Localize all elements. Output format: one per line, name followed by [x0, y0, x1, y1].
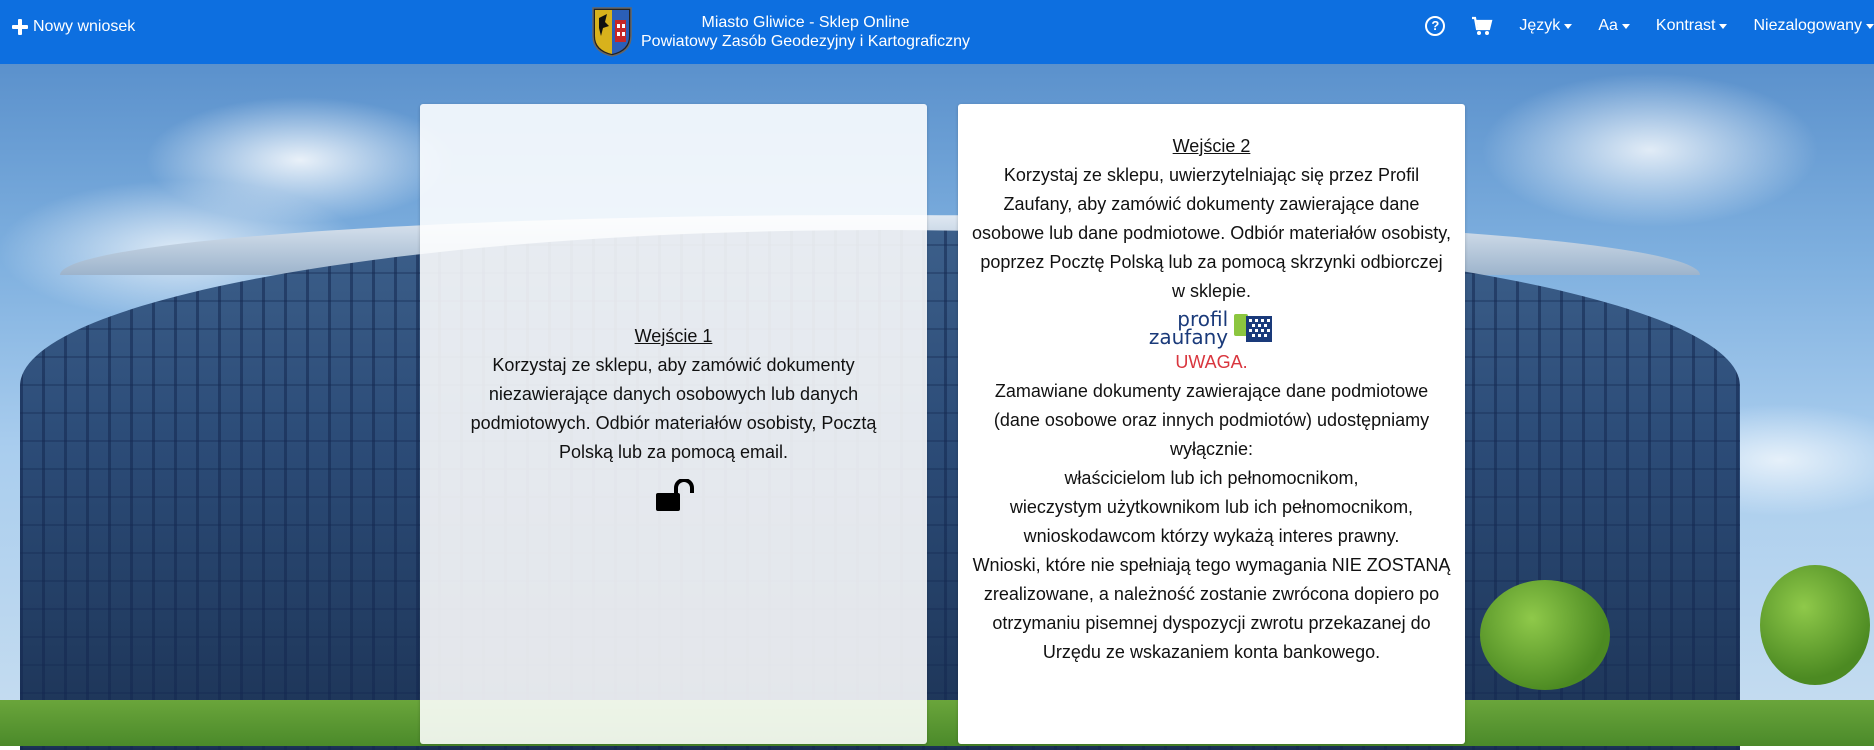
profil-zaufany-logo-line2: zaufany — [1148, 325, 1229, 349]
entry2-description: Korzystaj ze sklepu, uwierzytelniając si… — [972, 165, 1451, 301]
new-request-label: Nowy wniosek — [33, 18, 136, 35]
profil-zaufany-mark-icon — [1234, 314, 1273, 342]
brand-subtitle: Powiatowy Zasób Geodezyjny i Kartografic… — [641, 33, 971, 50]
chevron-down-icon — [1719, 23, 1728, 29]
grass — [0, 700, 1874, 746]
brand[interactable]: Miasto Gliwice - Sklep Online Powiatowy … — [591, 4, 970, 60]
recipient-item: wnioskodawcom którzy wykażą interes praw… — [1023, 526, 1400, 546]
entry2-title: Wejście 2 — [1172, 136, 1251, 156]
recipient-item: wieczystym użytkownikom lub ich pełnomoc… — [1009, 497, 1414, 517]
tree — [1480, 580, 1610, 690]
user-label: Niezalogowany — [1753, 17, 1862, 34]
profil-zaufany-logo: profil zaufany — [972, 308, 1451, 348]
brand-title: Miasto Gliwice - Sklep Online — [701, 14, 910, 31]
recipient-item: właścicielom lub ich pełnomocnikom, — [1064, 468, 1359, 488]
warning-outro: Wnioski, które nie spełniają tego wymaga… — [972, 555, 1451, 662]
help-button[interactable]: ? — [1425, 16, 1446, 36]
crest-logo — [592, 7, 632, 57]
tree — [1760, 565, 1870, 685]
new-request-button[interactable]: Nowy wniosek — [12, 18, 135, 36]
entry1-title: Wejście 1 — [634, 326, 713, 346]
font-size-dropdown[interactable]: Aa — [1598, 17, 1630, 35]
entry2-card[interactable]: Wejście 2 Korzystaj ze sklepu, uwierzyte… — [958, 104, 1465, 744]
contrast-dropdown[interactable]: Kontrast — [1656, 17, 1728, 35]
top-navbar: Nowy wniosek Miasto Gliwice - Sklep Onli… — [0, 0, 1874, 64]
language-label: Język — [1519, 17, 1561, 34]
plus-icon — [12, 19, 28, 35]
contrast-label: Kontrast — [1655, 17, 1716, 34]
cart-button[interactable] — [1471, 16, 1493, 36]
entry1-description: Korzystaj ze sklepu, aby zamówić dokumen… — [470, 355, 877, 462]
cart-icon — [1472, 16, 1493, 35]
chevron-down-icon — [1564, 23, 1573, 29]
user-dropdown[interactable]: Niezalogowany — [1753, 17, 1874, 35]
help-icon: ? — [1425, 16, 1446, 36]
warning-intro: Zamawiane dokumenty zawierające dane pod… — [993, 381, 1430, 459]
warning-label: UWAGA. — [1175, 352, 1248, 372]
font-size-label: Aa — [1598, 17, 1618, 34]
language-dropdown[interactable]: Język — [1519, 17, 1573, 35]
chevron-down-icon — [1621, 23, 1630, 29]
unlock-icon — [655, 479, 694, 511]
chevron-down-icon — [1866, 23, 1874, 29]
entry1-card[interactable]: Wejście 1 Korzystaj ze sklepu, aby zamów… — [420, 104, 927, 744]
background-image — [0, 0, 1874, 750]
